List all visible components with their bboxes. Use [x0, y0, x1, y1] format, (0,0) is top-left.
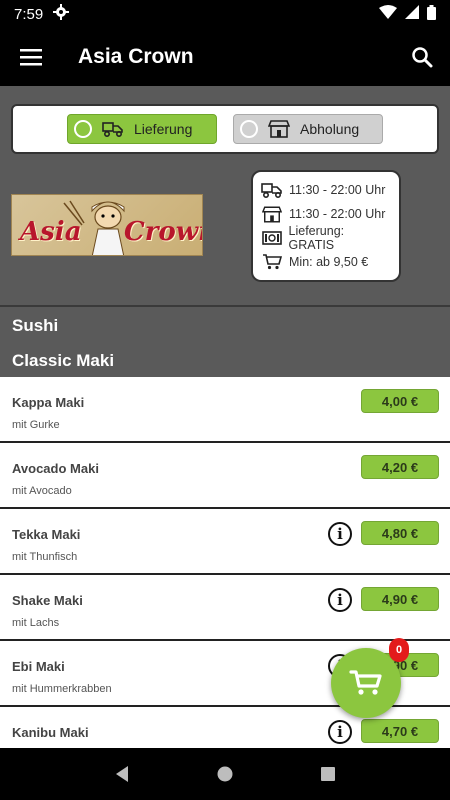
cart-count-badge: 0	[389, 638, 409, 662]
info-icon[interactable]: i	[328, 720, 352, 744]
delivery-scooter-icon	[102, 120, 124, 138]
section-divider	[0, 305, 450, 307]
restaurant-info-card: 11:30 - 22:00 Uhr 11:30 - 22:00 Uhr Lief…	[251, 170, 401, 282]
system-nav-bar	[0, 748, 450, 800]
item-name: Tekka Maki	[12, 527, 81, 542]
cash-icon	[261, 231, 283, 245]
pickup-toggle[interactable]: Abholung	[233, 114, 383, 144]
delivery-fee-row: Lieferung: GRATIS	[261, 224, 391, 252]
cart-icon	[349, 670, 382, 695]
settings-gear-icon	[53, 4, 70, 24]
order-mode-selector: Lieferung Abholung	[11, 104, 439, 154]
minimum-order-text: Min: ab 9,50 €	[289, 255, 369, 269]
restaurant-logo: Asia Crown	[11, 194, 203, 256]
radio-icon	[74, 120, 92, 138]
info-icon[interactable]: i	[328, 522, 352, 546]
item-name: Ebi Maki	[12, 659, 65, 674]
category-heading: Sushi	[12, 316, 59, 335]
delivery-hours-text: 11:30 - 22:00 Uhr	[289, 183, 386, 197]
add-to-cart-price-button[interactable]: 4,00 €	[361, 389, 439, 413]
menu-button[interactable]	[0, 28, 62, 86]
search-icon	[412, 47, 433, 68]
item-name: Shake Maki	[12, 593, 83, 608]
search-button[interactable]	[394, 28, 450, 86]
cart-icon	[261, 254, 283, 270]
app-title: Asia Crown	[78, 45, 194, 68]
delivery-scooter-icon	[261, 182, 283, 198]
item-description: mit Thunfisch	[12, 551, 78, 563]
menu-item[interactable]: Shake Maki mit Lachs i 4,90 €	[0, 575, 450, 641]
item-description: mit Lachs	[12, 617, 60, 629]
home-icon[interactable]	[216, 765, 234, 783]
item-description: mit Avocado	[12, 485, 72, 497]
delivery-hours-row: 11:30 - 22:00 Uhr	[261, 178, 391, 202]
add-to-cart-price-button[interactable]: 4,70 €	[361, 719, 439, 743]
pickup-hours-row: 11:30 - 22:00 Uhr	[261, 202, 391, 226]
back-icon[interactable]	[113, 765, 131, 783]
add-to-cart-price-button[interactable]: 4,90 €	[361, 587, 439, 611]
minimum-order-row: Min: ab 9,50 €	[261, 250, 391, 274]
recents-icon[interactable]	[319, 765, 337, 783]
pickup-hours-text: 11:30 - 22:00 Uhr	[289, 207, 386, 221]
app-bar: Asia Crown	[0, 28, 450, 86]
logo-text-crown: Crown	[124, 217, 202, 247]
pickup-label: Abholung	[300, 121, 360, 137]
add-to-cart-price-button[interactable]: 4,80 €	[361, 521, 439, 545]
hamburger-menu-icon	[20, 49, 42, 66]
item-name: Kappa Maki	[12, 395, 85, 410]
signal-icon	[405, 5, 419, 23]
status-time: 7:59	[14, 5, 44, 23]
item-description: mit Gurke	[12, 419, 60, 431]
menu-item[interactable]: Tekka Maki mit Thunfisch i 4,80 €	[0, 509, 450, 575]
logo-text-asia: Asia	[20, 217, 82, 247]
info-icon[interactable]: i	[328, 588, 352, 612]
delivery-toggle[interactable]: Lieferung	[67, 114, 217, 144]
subcategory-heading: Classic Maki	[12, 351, 115, 370]
battery-icon	[427, 4, 436, 24]
radio-icon	[240, 120, 258, 138]
status-bar: 7:59	[0, 0, 450, 28]
delivery-fee-text: Lieferung: GRATIS	[288, 224, 345, 252]
store-icon	[261, 206, 283, 223]
store-icon	[268, 120, 290, 138]
add-to-cart-price-button[interactable]: 4,20 €	[361, 455, 439, 479]
item-name: Kanibu Maki	[12, 725, 89, 740]
menu-item[interactable]: Kappa Maki mit Gurke 4,00 €	[0, 377, 450, 443]
wifi-icon	[379, 5, 397, 23]
menu-item[interactable]: Avocado Maki mit Avocado 4,20 €	[0, 443, 450, 509]
item-name: Avocado Maki	[12, 461, 99, 476]
item-description: mit Hummerkrabben	[12, 683, 112, 695]
delivery-label: Lieferung	[134, 121, 193, 137]
